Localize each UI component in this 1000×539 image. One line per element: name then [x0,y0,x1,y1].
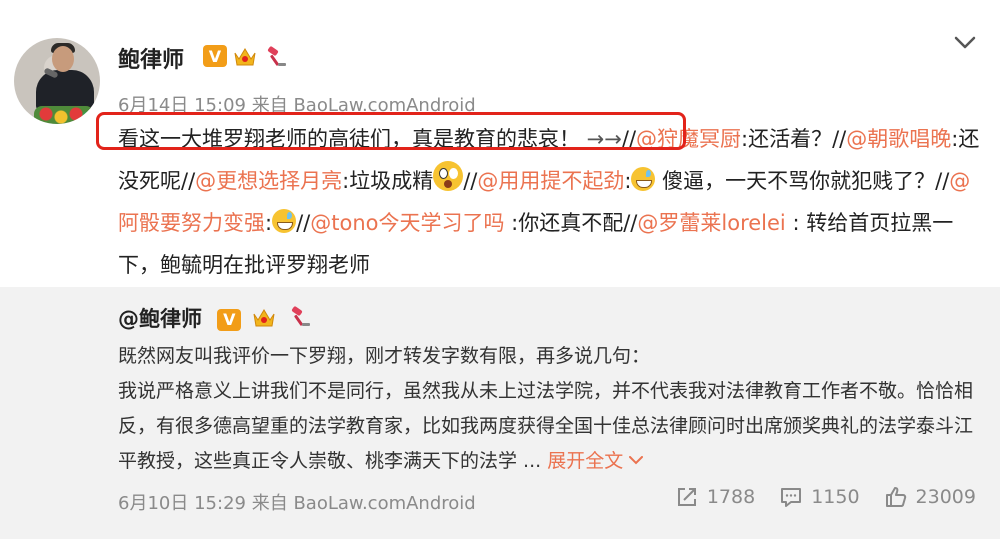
expand-label[interactable]: 展开全文 [547,450,623,472]
separator: // [296,211,311,235]
comment-button[interactable]: 1150 [779,485,860,509]
repost-time: 15:29 [194,493,246,514]
expand-full-text-link[interactable]: 展开全文 [547,450,644,472]
source-prefix: 来自 [251,493,288,514]
repost-source[interactable]: BaoLaw.comAndroid [293,493,475,514]
share-icon [677,488,696,506]
crown-icon [232,44,258,68]
verified-badge-icon: V [217,308,242,331]
mention-link[interactable]: @更想选择月亮 [195,169,342,193]
verified-badge-icon: V [203,45,227,67]
like-count: 23009 [915,486,976,508]
repost-text-body: 我说严格意义上讲我们不是同行，虽然我从未上过法学院，并不代表我对法律教育工作者不… [118,380,974,472]
chevron-down-icon[interactable] [629,456,644,465]
red-highlight-box [96,112,686,150]
comment-text: 傻逼，一天不骂你就犯贱了？// [655,169,950,193]
crown-icon [251,305,277,329]
repost-actions: 1788 1150 23009 [651,485,976,509]
chevron-down-icon[interactable] [954,36,976,50]
thumbs-up-icon [885,487,906,507]
like-button[interactable]: 23009 [884,485,976,509]
repost-text: 既然网友叫我评价一下罗翔，刚才转发字数有限，再多说几句： 我说严格意义上讲我们不… [118,339,978,479]
mention-link[interactable]: @罗蕾莱lorelei [637,211,785,235]
gavel-icon [288,305,312,329]
sweat-grin-emoji-icon [272,209,297,233]
mention-link[interactable]: @tono今天学习了吗 [310,211,504,235]
separator: // [463,169,478,193]
sweat-grin-emoji-icon [631,167,656,191]
mention-link[interactable]: @用用提不起劲 [477,169,624,193]
comment-count: 1150 [811,486,860,508]
share-button[interactable]: 1788 [675,485,755,509]
comment-text: :垃圾成精 [342,169,434,193]
share-count: 1788 [706,486,756,508]
repost-author[interactable]: @鲍律师 V [118,303,312,333]
repost-date: 6月10日 [118,493,189,514]
repost-meta: 6月10日 15:29 来自 BaoLaw.comAndroid [118,489,476,515]
surprised-emoji-icon [433,161,464,191]
gavel-icon [264,45,288,69]
weibo-post: 鲍律师 V 6月14日 15:09 来自 BaoLaw.comAndroid 看… [0,0,1000,539]
username[interactable]: 鲍律师 [118,42,184,74]
reposted-content[interactable]: @鲍律师 V 既然网友叫我评价一下罗翔，刚才转发字数有限，再多说几句： 我说严格… [0,287,1000,539]
avatar[interactable] [14,38,100,124]
comment-icon [781,488,802,507]
repost-text-line: 既然网友叫我评价一下罗翔，刚才转发字数有限，再多说几句： [118,345,651,367]
comment-text: : [265,211,273,235]
repost-author-name[interactable]: @鲍律师 [118,307,202,331]
comment-text: :你还真不配// [504,211,638,235]
comment-text: :还活着？// [741,127,847,151]
comment-text: : [624,169,632,193]
mention-link[interactable]: @朝歌唱晚 [846,127,951,151]
